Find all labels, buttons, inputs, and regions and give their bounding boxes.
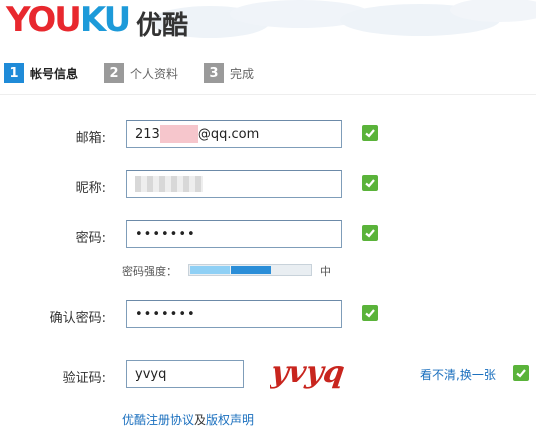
- captcha-input[interactable]: yvyq: [126, 360, 244, 388]
- strength-label: 密码强度：: [122, 265, 177, 278]
- email-redaction: [159, 125, 198, 143]
- terms-link[interactable]: 优酷注册协议: [122, 413, 194, 427]
- copyright-link[interactable]: 版权声明: [206, 413, 254, 427]
- step-number: 2: [104, 63, 124, 83]
- check-icon: [362, 175, 378, 191]
- email-field[interactable]: 213 @qq.com: [126, 120, 342, 148]
- email-label: 邮箱:: [75, 131, 106, 146]
- email-suffix: @qq.com: [197, 126, 260, 142]
- nickname-label: 昵称:: [75, 181, 106, 196]
- registration-steps: 1 帐号信息 2 个人资料 3 完成: [0, 62, 536, 84]
- password-label: 密码:: [75, 231, 106, 246]
- strength-segment: [231, 266, 271, 274]
- captcha-text: yvyq: [270, 355, 347, 390]
- strength-segment: [190, 266, 230, 274]
- check-icon: [513, 365, 529, 381]
- step-number: 3: [204, 63, 224, 83]
- password-field[interactable]: •••••••: [126, 220, 342, 248]
- email-prefix: 213: [135, 126, 160, 142]
- agreement-text: 优酷注册协议及版权声明: [122, 411, 254, 428]
- youku-logo[interactable]: YOUKU: [6, 2, 131, 38]
- refresh-captcha-link[interactable]: 看不清,换一张: [420, 366, 496, 383]
- step-personal-info: 2 个人资料: [104, 62, 178, 84]
- nickname-redaction: [135, 176, 203, 192]
- nickname-field[interactable]: [126, 170, 342, 198]
- divider: [0, 94, 536, 95]
- step-label: 帐号信息: [30, 66, 79, 81]
- youku-logo-cn: 优酷: [136, 11, 189, 41]
- step-number: 1: [4, 63, 24, 83]
- step-label: 个人资料: [130, 66, 179, 81]
- captcha-image[interactable]: yvyq: [270, 352, 354, 392]
- step-complete: 3 完成: [204, 62, 254, 84]
- step-label: 完成: [230, 66, 255, 81]
- check-icon: [362, 305, 378, 321]
- check-icon: [362, 225, 378, 241]
- header: YOUKU 优酷: [0, 0, 536, 44]
- agreement-and: 及: [194, 413, 207, 427]
- strength-meter: [188, 264, 312, 276]
- confirm-password-label: 确认密码:: [49, 311, 106, 326]
- step-account-info: 1 帐号信息: [4, 62, 78, 84]
- captcha-label: 验证码:: [62, 371, 106, 386]
- strength-level: 中: [320, 265, 331, 278]
- check-icon: [362, 125, 378, 141]
- confirm-password-field[interactable]: •••••••: [126, 300, 342, 328]
